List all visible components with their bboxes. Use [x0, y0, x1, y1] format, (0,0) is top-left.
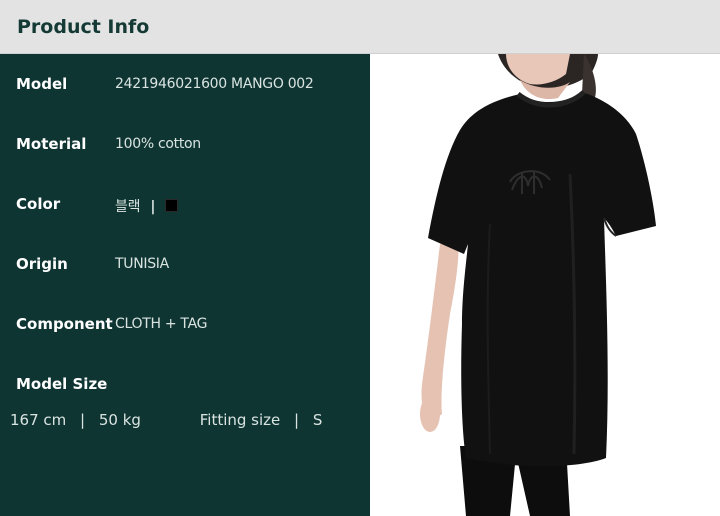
spec-row-component: Component CLOTH + TAG	[0, 315, 370, 337]
fitting-size-label: Fitting size	[199, 411, 281, 429]
spec-row-material: Moterial 100% cotton	[0, 135, 370, 157]
spec-value-color: 블랙 |	[115, 196, 179, 216]
model-height: 167 cm	[10, 411, 67, 429]
color-separator: |	[150, 199, 156, 215]
spec-row-origin: Origin TUNISIA	[0, 255, 370, 277]
spec-label: Origin	[16, 255, 68, 273]
fitting-size-value: S	[312, 411, 323, 429]
spec-row-color: Color 블랙 |	[0, 195, 370, 217]
product-spec-panel: Model 2421946021600 MANGO 002 Moterial 1…	[0, 54, 370, 516]
model-figure-image	[420, 54, 656, 516]
spec-value: CLOTH + TAG	[115, 316, 208, 332]
color-swatch	[165, 199, 179, 212]
spec-label: Color	[16, 195, 61, 213]
spec-label: Model	[16, 75, 68, 93]
spec-value: 2421946021600 MANGO 002	[115, 76, 314, 92]
size-separator: |	[294, 411, 300, 429]
size-separator: |	[80, 411, 86, 429]
spec-label: Component	[16, 315, 113, 333]
product-info-header: Product Info	[0, 0, 720, 54]
model-size-label: Model Size	[16, 375, 108, 393]
color-name: 블랙	[115, 199, 141, 215]
product-photo	[370, 54, 720, 516]
spec-value: 100% cotton	[115, 136, 201, 152]
spec-label: Moterial	[16, 135, 87, 153]
model-weight: 50 kg	[98, 411, 141, 429]
spec-value: TUNISIA	[115, 256, 169, 272]
spec-row-model-size: Model Size	[0, 375, 370, 397]
spec-row-model: Model 2421946021600 MANGO 002	[0, 75, 370, 97]
section-title: Product Info	[17, 16, 150, 38]
model-size-details: 167 cm | 50 kg Fitting size | S	[10, 411, 322, 429]
